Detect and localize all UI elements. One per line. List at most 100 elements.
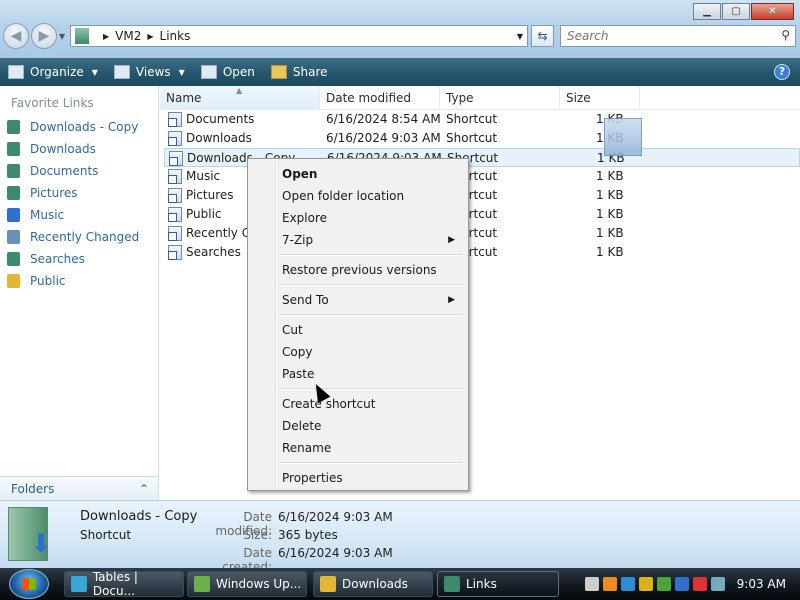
update-icon[interactable] — [656, 577, 671, 591]
network-icon[interactable] — [620, 577, 635, 591]
menu-item-rename[interactable]: Rename — [251, 437, 465, 459]
taskbar-button[interactable]: Downloads — [313, 571, 433, 597]
chevron-up-icon[interactable]: ⌃ — [139, 482, 149, 496]
menu-item-send-to[interactable]: Send To ▶ — [251, 289, 465, 311]
organize-button[interactable]: Organize ▼ — [0, 58, 106, 86]
breadcrumb-separator-icon[interactable]: ▶ — [103, 32, 109, 41]
security-icon[interactable] — [638, 577, 653, 591]
menu-item-delete[interactable]: Delete — [251, 415, 465, 437]
maximize-button[interactable]: ▢ — [722, 3, 750, 20]
favorite-link-item[interactable]: Pictures — [7, 186, 78, 200]
views-label: Views — [135, 65, 171, 79]
menu-item-7-zip[interactable]: 7-Zip ▶ — [251, 229, 465, 251]
menu-item-label: Rename — [282, 441, 332, 455]
keyboard-icon[interactable] — [584, 577, 599, 591]
file-row[interactable]: Downloads6/16/2024 9:03 AMShortcut1 KB — [164, 129, 800, 148]
column-header-type[interactable]: Type — [440, 86, 560, 110]
recent-pages-dropdown[interactable]: ▼ — [59, 32, 65, 49]
volume-muted-icon[interactable] — [692, 577, 707, 591]
menu-item-label: Create shortcut — [282, 397, 376, 411]
breadcrumb-vm2[interactable]: VM2 — [115, 29, 141, 43]
details-size-label: Size: — [243, 528, 272, 542]
favorite-link-item[interactable]: Downloads — [7, 142, 96, 156]
taskbar-button[interactable]: Links — [437, 571, 559, 597]
column-header-name[interactable]: ▲ Name — [160, 86, 320, 110]
documents-icon — [7, 164, 20, 178]
favorite-link-item[interactable]: Documents — [7, 164, 98, 178]
minimize-button[interactable]: ▁ — [693, 3, 721, 20]
menu-item-open-folder-location[interactable]: Open folder location — [251, 185, 465, 207]
explorer-folder-icon — [320, 576, 336, 592]
display-icon[interactable] — [674, 577, 689, 591]
favorite-link-item[interactable]: Music — [7, 208, 64, 222]
search-icon[interactable]: ⚲ — [781, 28, 790, 42]
favorite-link-item[interactable]: Public — [7, 274, 66, 288]
back-button[interactable]: ◀ — [3, 23, 29, 49]
taskbar: Tables | Docu... Windows Up... Downloads Li… — [0, 568, 800, 600]
organize-icon — [8, 65, 24, 79]
column-header-date-modified[interactable]: Date modified — [320, 86, 440, 110]
file-size-cell: 1 KB — [596, 207, 624, 221]
sort-ascending-icon: ▲ — [236, 86, 243, 95]
clock[interactable]: 9:03 AM — [737, 577, 786, 591]
address-dropdown-icon[interactable]: ▼ — [517, 32, 523, 41]
favorite-link-item[interactable]: Downloads - Copy — [7, 120, 138, 134]
favorite-link-label: Downloads — [30, 142, 96, 156]
menu-item-paste[interactable]: Paste — [251, 363, 465, 385]
shortcut-icon — [168, 112, 182, 127]
forward-button[interactable]: ▶ — [31, 23, 57, 49]
search-input[interactable] — [561, 26, 761, 46]
favorite-links-heading: Favorite Links — [11, 96, 94, 110]
folders-bar[interactable]: Folders ⌃ — [0, 476, 158, 500]
column-header-size[interactable]: Size — [560, 86, 640, 110]
menu-item-restore-previous-versions[interactable]: Restore previous versions — [251, 259, 465, 281]
open-button[interactable]: Open — [193, 58, 263, 86]
breadcrumb-links[interactable]: Links — [160, 29, 191, 43]
submenu-arrow-icon: ▶ — [448, 295, 455, 305]
taskbar-button-label: Windows Up... — [216, 577, 302, 591]
windows-logo-icon — [22, 578, 36, 590]
start-button[interactable] — [9, 569, 49, 599]
details-date-modified-value: 6/16/2024 9:03 AM — [278, 510, 393, 524]
file-name-cell: Music — [186, 169, 221, 183]
file-row[interactable]: Documents6/16/2024 8:54 AMShortcut1 KB — [164, 110, 800, 129]
address-bar[interactable]: ▶ VM2 ▶ Links ▼ — [70, 25, 528, 47]
music-icon — [7, 208, 20, 222]
menu-item-properties[interactable]: Properties — [251, 467, 465, 489]
taskbar-button[interactable]: Tables | Docu... — [64, 570, 184, 598]
menu-item-label: Explore — [282, 211, 328, 225]
details-size-value: 365 bytes — [278, 528, 338, 542]
views-button[interactable]: Views ▼ — [106, 58, 193, 86]
menu-item-copy[interactable]: Copy — [251, 341, 465, 363]
close-button[interactable]: ✕ — [751, 3, 794, 20]
favorite-link-label: Public — [30, 274, 66, 288]
search-tray-icon[interactable] — [602, 577, 617, 591]
file-name-cell: Searches — [186, 245, 241, 259]
menu-item-create-shortcut[interactable]: Create shortcut — [251, 393, 465, 415]
menu-item-explore[interactable]: Explore — [251, 207, 465, 229]
file-size-cell: 1 KB — [596, 226, 624, 240]
favorite-link-item[interactable]: Searches — [7, 252, 85, 266]
folders-label: Folders — [11, 481, 55, 496]
command-bar: Organize ▼ Views ▼ Open Share ? — [0, 58, 800, 86]
favorite-link-item[interactable]: Recently Changed — [7, 230, 139, 244]
menu-separator — [279, 388, 463, 390]
share-button[interactable]: Share — [263, 58, 336, 86]
help-button[interactable]: ? — [774, 64, 790, 80]
help-icon: ? — [778, 65, 786, 78]
breadcrumb-separator-icon[interactable]: ▶ — [147, 32, 153, 41]
details-pane: ⬇ Downloads - Copy Shortcut Date modifie… — [0, 500, 800, 574]
chevron-down-icon: ▼ — [91, 67, 98, 77]
menu-item-open[interactable]: Open — [251, 163, 465, 185]
back-arrow-icon: ◀ — [10, 28, 22, 44]
search-box[interactable]: ⚲ — [560, 25, 796, 47]
navigation-pane: Favorite Links Downloads - Copy Downloads… — [0, 86, 159, 500]
power-icon[interactable] — [710, 577, 725, 591]
share-label: Share — [292, 65, 328, 79]
refresh-button[interactable]: ⇆ — [531, 25, 554, 47]
file-type-cell: Shortcut — [446, 112, 498, 126]
menu-item-cut[interactable]: Cut — [251, 319, 465, 341]
views-icon — [113, 65, 130, 79]
taskbar-button[interactable]: Windows Up... — [187, 571, 307, 597]
column-header-label: Date modified — [326, 91, 412, 105]
